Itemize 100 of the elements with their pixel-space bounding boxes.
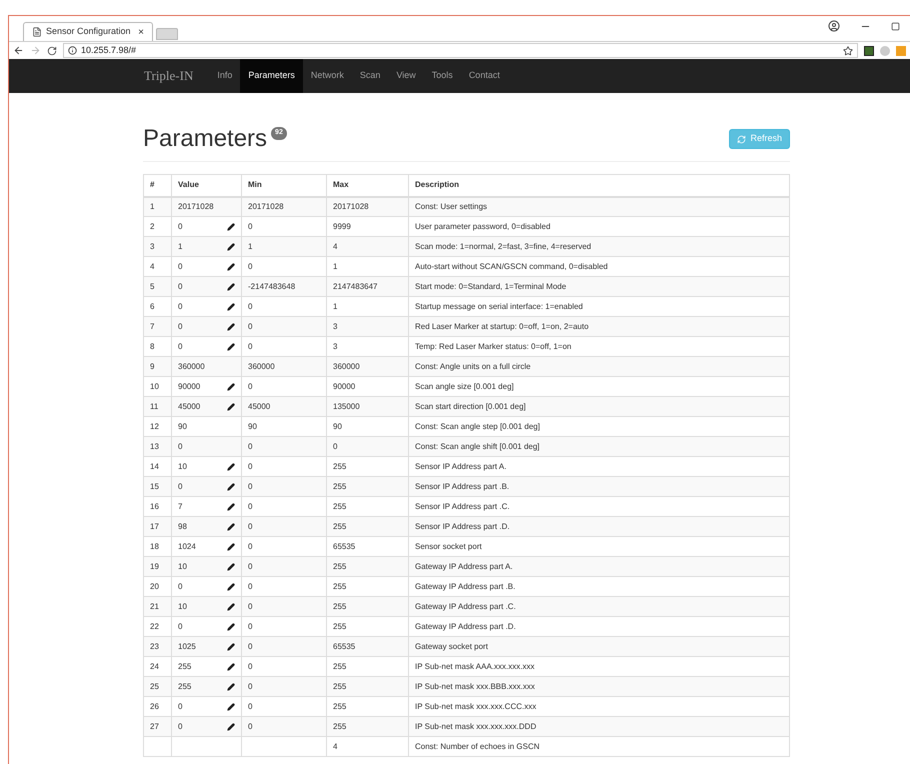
edit-icon[interactable] [227,722,235,730]
table-cell: 0 [178,340,182,352]
address-bar[interactable]: 10.255.7.98/# [63,43,858,58]
table-cell: IP Sub-net mask AAA.xxx.xxx.xxx [415,662,534,670]
table-cell: 0 [248,322,252,330]
edit-icon[interactable] [227,482,235,490]
table-cell: 3 [333,342,338,350]
table-cell: 12 [150,422,159,430]
edit-icon[interactable] [227,282,235,290]
edit-icon[interactable] [227,682,235,690]
table-cell: 7 [150,322,154,330]
table-cell: 0 [248,342,252,350]
table-cell: 1024 [178,540,196,552]
table-cell: Sensor socket port [415,542,482,550]
brand-name[interactable]: Triple-IN [144,66,194,86]
table-cell: 90000 [333,382,356,390]
table-cell: Gateway IP Address part .D. [415,622,516,630]
nav-item[interactable]: Info [209,59,240,93]
back-icon[interactable] [13,45,24,56]
edit-icon[interactable] [227,302,235,310]
table-cell: Const: Scan angle shift [0.001 deg] [415,442,540,450]
table-cell: 255 [178,660,192,672]
table-cell: User parameter password, 0=disabled [415,222,550,230]
table-cell: 90 [178,420,187,432]
column-header: Value [172,174,242,196]
edit-icon[interactable] [227,462,235,470]
table-cell: 0 [248,222,252,230]
table-cell: 360000 [178,360,205,372]
table-cell: 65535 [333,542,356,550]
edit-icon[interactable] [227,642,235,650]
table-cell: 0 [178,320,182,332]
table-cell: Gateway IP Address part A. [415,562,513,570]
table-cell: 45000 [248,402,270,410]
table-cell: 255 [333,582,346,590]
table-cell: 0 [248,562,252,570]
edit-icon[interactable] [227,522,235,530]
table-cell: 10 [178,460,187,472]
table-cell: 16 [150,502,159,510]
nav-item[interactable]: Network [302,59,352,93]
edit-icon[interactable] [227,662,235,670]
browser-tab[interactable]: Sensor Configuration × [23,22,153,41]
page-title: Parameters [143,127,268,151]
tab-close[interactable]: × [138,24,144,40]
table-cell: 255 [333,702,346,710]
edit-icon[interactable] [227,602,235,610]
edit-icon[interactable] [227,342,235,350]
table-cell: 0 [248,662,252,670]
table-cell: 0 [333,442,338,450]
edit-icon[interactable] [227,242,235,250]
table-cell: 4 [333,242,338,250]
nav-item[interactable]: Scan [352,59,388,93]
table-cell: 11 [150,402,158,410]
table-cell: 10 [150,382,159,390]
table-cell: IP Sub-net mask xxx.BBB.xxx.xxx [415,682,535,690]
table-cell: 0 [248,442,252,450]
table-cell: 0 [178,720,182,732]
nav-item[interactable]: Tools [424,59,461,93]
table-cell: 255 [333,622,346,630]
edit-icon[interactable] [227,322,235,330]
nav-item[interactable]: Parameters [240,59,303,93]
column-header: Description [408,174,790,196]
table-cell: 1 [178,240,182,252]
bookmark-star-icon[interactable] [843,46,853,56]
table-cell: 0 [248,522,252,530]
table-cell: 1 [333,262,338,270]
table-cell: IP Sub-net mask xxx.xxx.xxx.DDD [415,722,536,730]
table-cell: 0 [248,722,252,730]
table-cell: Gateway IP Address part .B. [415,582,516,590]
table-cell: 3 [333,322,338,330]
reload-icon[interactable] [47,46,57,56]
table-cell: 0 [248,462,252,470]
table-cell: 255 [333,522,346,530]
info-icon[interactable] [68,46,77,55]
table-cell: 255 [333,602,346,610]
table-cell: Const: Angle units on a full circle [415,362,531,370]
table-cell: Red Laser Marker at startup: 0=off, 1=on, 2=auto [415,322,589,330]
profile-icon[interactable] [828,20,840,32]
edit-icon[interactable] [227,402,235,410]
nav-item[interactable]: Contact [460,59,508,93]
table-cell: 15 [150,482,159,490]
edit-icon[interactable] [227,702,235,710]
table-cell: 0 [178,480,182,492]
edit-icon[interactable] [227,562,235,570]
edit-icon[interactable] [227,502,235,510]
edit-icon[interactable] [227,542,235,550]
edit-icon[interactable] [227,622,235,630]
edit-icon[interactable] [227,382,235,390]
table-cell: 24 [150,662,159,670]
table-cell: 2 [150,222,154,230]
table-cell: Scan angle size [0.001 deg] [415,382,514,390]
table-cell: 90 [333,422,342,430]
edit-icon[interactable] [227,262,235,270]
table-cell: 20171028 [248,202,284,211]
table-cell: 9999 [333,222,351,230]
nav-item[interactable]: View [388,59,424,93]
edit-icon[interactable] [227,222,235,230]
edit-icon[interactable] [227,582,235,590]
maximize-icon[interactable] [891,22,900,30]
table-cell: 13 [150,442,159,450]
table-cell: 255 [333,502,346,510]
